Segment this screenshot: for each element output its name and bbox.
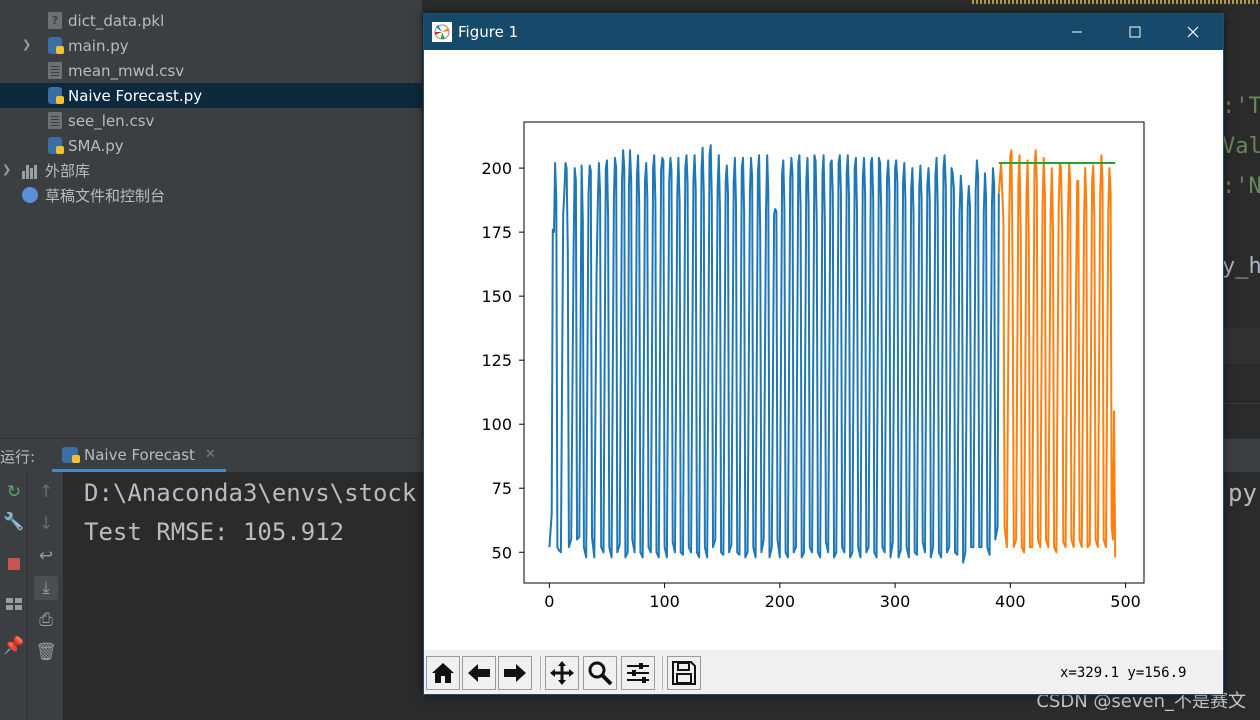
close-button[interactable]	[1164, 14, 1222, 50]
stop-icon[interactable]	[2, 552, 26, 576]
tree-item-see-len[interactable]: see_len.csv	[0, 108, 422, 133]
scratch-icon	[22, 187, 38, 203]
tree-item-label: Naive Forecast.py	[68, 86, 203, 105]
home-button[interactable]	[426, 656, 460, 690]
tree-item-label: mean_mwd.csv	[68, 61, 185, 80]
run-tab-label: Naive Forecast	[84, 445, 195, 464]
editor-divider	[1222, 403, 1260, 404]
layout-icon[interactable]	[2, 592, 26, 616]
minimize-button[interactable]	[1048, 14, 1106, 50]
scroll-to-end-icon[interactable]: ⤓	[34, 576, 58, 600]
console-line-tail: py	[1228, 479, 1257, 507]
window-title-bar[interactable]: Figure 1	[424, 14, 1223, 50]
project-tree-panel: ? dict_data.pkl ❯ main.py mean_mwd.csv N…	[0, 0, 422, 438]
series-line-2	[997, 149, 1117, 558]
tree-item-label: dict_data.pkl	[68, 11, 165, 30]
sliders-icon	[627, 663, 649, 683]
tree-item-main-py[interactable]: ❯ main.py	[0, 33, 422, 58]
zoom-icon	[588, 661, 613, 686]
x-tick-label: 100	[649, 592, 680, 611]
tree-item-label: see_len.csv	[68, 111, 155, 130]
python-file-icon	[48, 37, 64, 54]
tree-item-dict-data[interactable]: ? dict_data.pkl	[0, 8, 422, 33]
arrow-down-icon[interactable]: ↓	[34, 512, 58, 536]
pin-icon[interactable]: 📌	[2, 634, 26, 658]
python-file-icon	[48, 137, 64, 154]
configure-subplots-button[interactable]	[621, 656, 655, 690]
console-line: D:\Anaconda3\envs\stock	[84, 479, 417, 507]
home-icon	[432, 663, 454, 683]
minimize-icon	[1072, 31, 1082, 33]
run-tab-naive-forecast[interactable]: Naive Forecast ✕	[52, 440, 226, 472]
line-chart: 0 100 200 300 400 500 50 75 100 125 150 175 200	[481, 121, 1145, 611]
tree-item-mean-mwd[interactable]: mean_mwd.csv	[0, 58, 422, 83]
chevron-right-icon[interactable]: ❯	[22, 38, 31, 51]
code-fragment: :'N	[1222, 174, 1260, 199]
tree-item-scratches[interactable]: 草稿文件和控制台	[0, 183, 422, 208]
soft-wrap-icon[interactable]: ↩	[34, 544, 58, 568]
window-title: Figure 1	[458, 23, 519, 41]
toolbar-separator	[540, 656, 541, 690]
console-toolbar: ↑ ↓ ↩ ⤓ ⎙ 🗑	[28, 472, 64, 720]
chevron-right-icon[interactable]: ❯	[2, 163, 11, 176]
forward-arrow-icon	[504, 664, 526, 682]
y-tick-label: 150	[481, 287, 512, 306]
editor-current-line	[1222, 328, 1260, 364]
pan-button[interactable]	[545, 656, 579, 690]
library-icon	[22, 162, 40, 179]
x-tick-label: 200	[765, 592, 796, 611]
x-tick-label: 500	[1110, 592, 1141, 611]
y-tick-label: 175	[481, 223, 512, 242]
tree-item-label: SMA.py	[68, 136, 124, 155]
y-tick-label: 125	[481, 351, 512, 370]
save-icon	[672, 661, 696, 685]
print-icon[interactable]: ⎙	[34, 608, 58, 632]
python-file-icon	[48, 87, 64, 104]
series-line-1	[548, 144, 1000, 564]
x-tick-label: 400	[995, 592, 1026, 611]
y-tick-label: 50	[492, 543, 512, 562]
back-arrow-icon	[468, 664, 490, 682]
y-tick-label: 75	[492, 479, 512, 498]
maximize-button[interactable]	[1106, 14, 1164, 50]
tree-item-label: 外部库	[45, 162, 91, 180]
tree-item-sma-py[interactable]: SMA.py	[0, 133, 422, 158]
x-tick-label: 0	[544, 592, 554, 611]
cursor-coordinates: x=329.1 y=156.9	[1060, 665, 1187, 681]
save-button[interactable]	[667, 656, 701, 690]
unknown-file-icon: ?	[48, 12, 62, 29]
zoom-button[interactable]	[583, 656, 617, 690]
x-tick-label: 300	[880, 592, 911, 611]
y-tick-label: 100	[481, 415, 512, 434]
run-left-toolbar: ↻ 🔧 📌	[0, 472, 28, 720]
tree-item-naive-forecast[interactable]: Naive Forecast.py	[0, 83, 422, 108]
python-icon	[62, 446, 80, 463]
code-fragment: Val	[1222, 134, 1260, 159]
code-fragment: y_h	[1222, 254, 1260, 279]
figure-canvas[interactable]: 0 100 200 300 400 500 50 75 100 125 150 175 200	[424, 50, 1223, 650]
wrench-icon[interactable]: 🔧	[2, 510, 26, 534]
back-button[interactable]	[462, 656, 496, 690]
matplotlib-icon	[432, 22, 452, 42]
text-file-icon	[48, 112, 62, 129]
arrow-up-icon[interactable]: ↑	[34, 480, 58, 504]
trash-icon[interactable]: 🗑	[34, 640, 58, 664]
run-window-title: 运行:	[0, 448, 36, 466]
close-icon	[1187, 26, 1199, 38]
editor-warning-stripe	[972, 0, 1260, 4]
tree-item-label: 草稿文件和控制台	[45, 187, 166, 205]
pan-icon	[550, 661, 574, 685]
tree-item-label: main.py	[68, 36, 129, 55]
forward-button[interactable]	[498, 656, 532, 690]
tree-item-external-libs[interactable]: ❯ 外部库	[0, 158, 422, 183]
figure-window[interactable]: Figure 1 0 100 200 300 400 500 50 75 100 125 150 17…	[423, 13, 1224, 695]
toolbar-separator	[662, 656, 663, 690]
rerun-icon[interactable]: ↻	[2, 480, 26, 504]
console-line: Test RMSE: 105.912	[84, 518, 345, 546]
maximize-icon	[1129, 26, 1141, 38]
code-fragment: :'T	[1222, 94, 1260, 119]
text-file-icon	[48, 62, 62, 79]
close-icon[interactable]: ✕	[205, 447, 216, 462]
y-tick-label: 200	[481, 159, 512, 178]
